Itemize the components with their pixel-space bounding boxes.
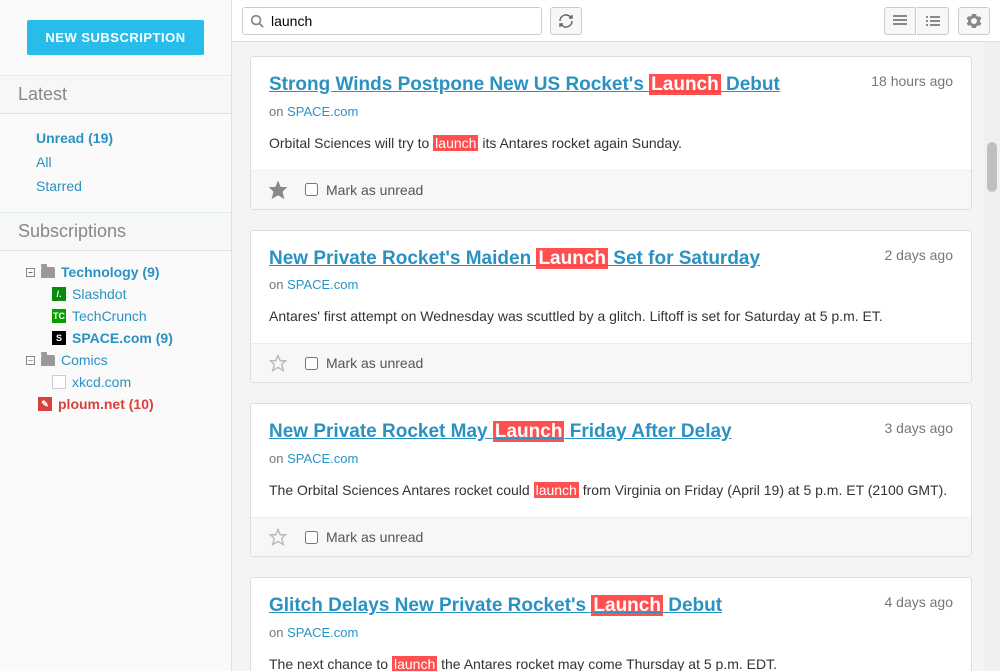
folder-icon [41, 355, 55, 366]
article-timestamp: 2 days ago [885, 247, 954, 263]
feed-icon: ✎ [38, 397, 52, 411]
highlight: launch [392, 656, 437, 671]
mark-unread-toggle[interactable]: Mark as unread [305, 355, 423, 371]
article-timestamp: 18 hours ago [871, 73, 953, 89]
mark-unread-label: Mark as unread [326, 529, 423, 545]
tree-feed-xkcd[interactable]: x xkcd.com [0, 371, 231, 393]
mark-unread-checkbox[interactable] [305, 183, 318, 196]
refresh-button[interactable] [550, 7, 582, 35]
tree-label: xkcd.com [72, 374, 131, 390]
highlight: Launch [536, 248, 608, 269]
mark-unread-label: Mark as unread [326, 182, 423, 198]
tree-label: SPACE.com (9) [72, 330, 173, 346]
settings-button[interactable] [958, 7, 990, 35]
tree-feed-ploum[interactable]: ✎ ploum.net (10) [0, 393, 231, 415]
article-card: New Private Rocket May Launch Friday Aft… [250, 403, 972, 557]
new-subscription-button[interactable]: NEW SUBSCRIPTION [27, 20, 203, 55]
latest-section-title: Latest [0, 75, 231, 114]
tree-folder-technology[interactable]: – Technology (9) [0, 261, 231, 283]
tree-folder-comics[interactable]: – Comics [0, 349, 231, 371]
feed-icon: S [52, 331, 66, 345]
article-source-link[interactable]: SPACE.com [287, 625, 358, 640]
view-expanded-button[interactable] [884, 7, 916, 35]
article-title-link[interactable]: New Private Rocket's Maiden Launch Set f… [269, 247, 760, 272]
list-compact-icon [926, 15, 940, 27]
tree-label: TechCrunch [72, 308, 147, 324]
article-source: on SPACE.com [269, 451, 953, 466]
mark-unread-label: Mark as unread [326, 355, 423, 371]
tree-label: ploum.net (10) [58, 396, 154, 412]
collapse-icon[interactable]: – [26, 356, 35, 365]
article-source: on SPACE.com [269, 625, 953, 640]
subscriptions-section-title: Subscriptions [0, 212, 231, 251]
article-card: New Private Rocket's Maiden Launch Set f… [250, 230, 972, 384]
article-list[interactable]: Strong Winds Postpone New US Rocket's La… [232, 42, 1000, 671]
sidebar-link-starred[interactable]: Starred [0, 174, 231, 198]
gear-icon [966, 13, 982, 29]
tree-label: Comics [61, 352, 108, 368]
article-source: on SPACE.com [269, 277, 953, 292]
view-list-button[interactable] [917, 7, 949, 35]
search-icon [250, 14, 264, 28]
article-source-link[interactable]: SPACE.com [287, 451, 358, 466]
toolbar [232, 0, 1000, 42]
star-button[interactable] [269, 181, 287, 199]
article-timestamp: 4 days ago [885, 594, 954, 610]
scrollbar[interactable] [984, 42, 1000, 671]
article-excerpt: Antares' first attempt on Wednesday was … [269, 306, 953, 327]
highlight: Launch [493, 421, 565, 442]
mark-unread-toggle[interactable]: Mark as unread [305, 529, 423, 545]
folder-icon [41, 267, 55, 278]
star-button[interactable] [269, 354, 287, 372]
feed-icon: TC [52, 309, 66, 323]
mark-unread-toggle[interactable]: Mark as unread [305, 182, 423, 198]
mark-unread-checkbox[interactable] [305, 531, 318, 544]
list-expanded-icon [893, 15, 907, 27]
search-input[interactable] [242, 7, 542, 35]
tree-label: Technology (9) [61, 264, 160, 280]
article-source-link[interactable]: SPACE.com [287, 104, 358, 119]
article-card: Glitch Delays New Private Rocket's Launc… [250, 577, 972, 671]
article-timestamp: 3 days ago [885, 420, 954, 436]
refresh-icon [558, 13, 574, 29]
mark-unread-checkbox[interactable] [305, 357, 318, 370]
article-source-link[interactable]: SPACE.com [287, 277, 358, 292]
article-title-link[interactable]: Strong Winds Postpone New US Rocket's La… [269, 73, 780, 98]
main-area: Strong Winds Postpone New US Rocket's La… [232, 0, 1000, 671]
sidebar-link-unread[interactable]: Unread (19) [0, 126, 231, 150]
sidebar-link-all[interactable]: All [0, 150, 231, 174]
highlight: launch [534, 482, 579, 498]
tree-feed-slashdot[interactable]: /. Slashdot [0, 283, 231, 305]
article-excerpt: The next chance to launch the Antares ro… [269, 654, 953, 671]
article-title-link[interactable]: Glitch Delays New Private Rocket's Launc… [269, 594, 722, 619]
highlight: launch [433, 135, 478, 151]
highlight: Launch [649, 74, 721, 95]
star-button[interactable] [269, 528, 287, 546]
tree-feed-space[interactable]: S SPACE.com (9) [0, 327, 231, 349]
sidebar: NEW SUBSCRIPTION Latest Unread (19) All … [0, 0, 232, 671]
tree-label: Slashdot [72, 286, 126, 302]
article-excerpt: Orbital Sciences will try to launch its … [269, 133, 953, 154]
highlight: Launch [591, 595, 663, 616]
article-excerpt: The Orbital Sciences Antares rocket coul… [269, 480, 953, 501]
article-source: on SPACE.com [269, 104, 953, 119]
article-card: Strong Winds Postpone New US Rocket's La… [250, 56, 972, 210]
article-title-link[interactable]: New Private Rocket May Launch Friday Aft… [269, 420, 732, 445]
tree-feed-techcrunch[interactable]: TC TechCrunch [0, 305, 231, 327]
collapse-icon[interactable]: – [26, 268, 35, 277]
feed-icon: x [52, 375, 66, 389]
feed-icon: /. [52, 287, 66, 301]
scrollbar-thumb[interactable] [987, 142, 997, 192]
